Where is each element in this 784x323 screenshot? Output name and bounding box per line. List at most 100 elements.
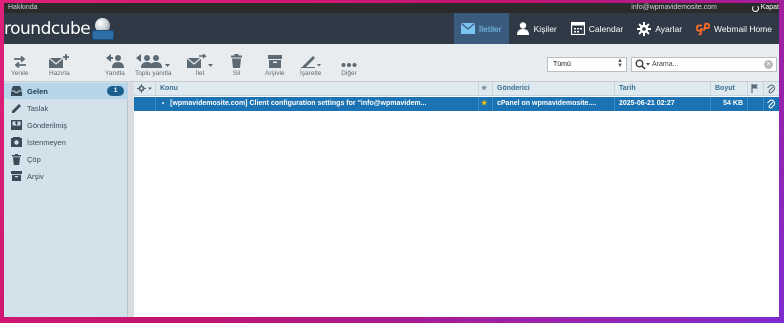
more-label: Diğer xyxy=(341,70,357,77)
gear-icon xyxy=(137,84,152,93)
sent-icon xyxy=(10,120,22,130)
clear-search-icon[interactable]: × xyxy=(764,60,773,69)
more-button[interactable]: Diğer xyxy=(341,53,357,77)
star-icon: ★ xyxy=(481,85,488,92)
reply-all-button[interactable]: Toplu yanıtla xyxy=(135,53,172,77)
column-size[interactable]: Boyut xyxy=(711,82,748,96)
search-icon xyxy=(635,59,651,75)
archive-button[interactable]: Arşivle xyxy=(265,53,285,77)
message-date: 2025-06-21 02:27 xyxy=(615,97,711,111)
delete-button[interactable]: Sil xyxy=(231,53,242,77)
logout-button[interactable]: Kapat xyxy=(751,3,779,13)
header-bar: roundcube İletiler Kişiler Calendar Ayar… xyxy=(4,13,779,44)
message-attachment xyxy=(764,97,779,111)
column-date[interactable]: Tarih xyxy=(615,82,711,96)
flag-icon xyxy=(751,84,758,93)
power-icon xyxy=(751,4,759,12)
message-subject[interactable]: • [wpmavidemosite.com] Client configurati… xyxy=(156,97,479,111)
message-from: cPanel on wpmavidemosite.... xyxy=(493,97,615,111)
folder-drafts-label: Taslak xyxy=(27,103,49,113)
message-flag-star[interactable]: ★ xyxy=(479,97,493,111)
paperclip-icon xyxy=(767,84,776,94)
column-flag[interactable] xyxy=(748,82,764,96)
nav-calendar[interactable]: Calendar xyxy=(564,13,631,44)
table-row[interactable]: • [wpmavidemosite.com] Client configurati… xyxy=(134,97,779,111)
nav-mail-label: İletiler xyxy=(478,23,502,34)
search-input[interactable]: Arama... × xyxy=(631,57,777,72)
select-arrows-icon: ▲ ▼ xyxy=(617,58,623,69)
nav-webmail-home-label: Webmail Home xyxy=(714,23,772,34)
nav-webmail-home[interactable]: Webmail Home xyxy=(689,13,779,44)
about-link[interactable]: Hakkında xyxy=(8,3,38,13)
nav-settings-label: Ayarlar xyxy=(655,23,683,34)
folder-archive[interactable]: Arşiv xyxy=(4,168,128,184)
compose-icon xyxy=(49,53,70,68)
nav-contacts[interactable]: Kişiler xyxy=(509,13,564,44)
unread-dot-icon: • xyxy=(162,101,165,107)
folder-junk-label: İstenmeyen xyxy=(27,137,66,147)
forward-label: İlet xyxy=(195,70,205,77)
folder-drafts[interactable]: Taslak xyxy=(4,100,128,116)
archive-icon xyxy=(267,53,282,68)
envelope-icon xyxy=(460,22,475,36)
pencil-icon xyxy=(300,53,321,68)
mark-button[interactable]: İşaretle xyxy=(300,53,321,77)
folder-trash[interactable]: Çöp xyxy=(4,151,128,167)
paperclip-icon xyxy=(767,99,776,109)
gear-icon xyxy=(637,21,652,36)
archive-icon xyxy=(10,171,22,181)
star-icon: ★ xyxy=(481,100,488,107)
more-icon xyxy=(341,53,357,68)
junk-icon xyxy=(10,137,22,147)
folder-inbox-label: Gelen xyxy=(27,86,48,96)
pencil-icon xyxy=(10,103,22,114)
toolbar: Yenile Hazırla Yanıtla Toplu yanıtla İle… xyxy=(4,44,779,82)
refresh-icon xyxy=(13,53,27,68)
inbox-icon xyxy=(10,86,22,96)
logo-box-icon xyxy=(92,17,115,40)
nav-calendar-label: Calendar xyxy=(588,23,624,34)
refresh-button[interactable]: Yenile xyxy=(11,53,28,77)
forward-button[interactable]: İlet xyxy=(187,53,213,77)
message-size: 54 KB xyxy=(711,97,748,111)
reply-label: Yanıtla xyxy=(105,70,125,77)
column-flag-star[interactable]: ★ xyxy=(479,82,493,96)
unread-count-badge: 1 xyxy=(107,86,124,96)
user-email: info@wpmavidemosite.com xyxy=(631,4,717,11)
folder-list: Gelen 1 Taslak Gönderilmiş İstenmeyen Çö… xyxy=(4,82,128,317)
folder-inbox[interactable]: Gelen 1 xyxy=(4,83,128,99)
folder-junk[interactable]: İstenmeyen xyxy=(4,134,128,150)
delete-label: Sil xyxy=(232,70,241,77)
refresh-label: Yenile xyxy=(11,70,29,77)
nav-mail[interactable]: İletiler xyxy=(453,13,509,44)
mark-label: İşaretle xyxy=(300,70,322,77)
trash-icon xyxy=(10,153,22,165)
compose-button[interactable]: Hazırla xyxy=(49,53,70,77)
filter-select[interactable]: Tümü ▲ ▼ xyxy=(547,57,627,72)
logout-label: Kapat xyxy=(760,4,779,11)
reply-icon xyxy=(105,53,124,68)
reply-all-icon xyxy=(136,53,171,68)
top-strip: Hakkında info@wpmavidemosite.com Kapat xyxy=(4,3,779,13)
filter-value: Tümü xyxy=(553,61,571,68)
nav-settings[interactable]: Ayarlar xyxy=(630,13,689,44)
search-placeholder: Arama... xyxy=(652,61,679,68)
list-options-button[interactable] xyxy=(134,82,156,96)
archive-label: Arşivle xyxy=(265,70,285,77)
main-nav: İletiler Kişiler Calendar Ayarlar Webmai… xyxy=(453,13,779,44)
reply-button[interactable]: Yanıtla xyxy=(105,53,125,77)
nav-contacts-label: Kişiler xyxy=(533,23,557,34)
message-flag[interactable] xyxy=(748,97,764,111)
roundcube-window: Hakkında info@wpmavidemosite.com Kapat r… xyxy=(4,3,779,317)
message-list-header: Konu ★ Gönderici Tarih Boyut xyxy=(134,82,779,96)
column-from[interactable]: Gönderici xyxy=(493,82,615,96)
roundcube-logo[interactable]: roundcube xyxy=(4,15,115,42)
trash-icon xyxy=(231,53,242,68)
column-attachment[interactable] xyxy=(764,82,779,96)
forward-icon xyxy=(187,53,213,68)
folder-sent[interactable]: Gönderilmiş xyxy=(4,117,128,133)
folder-archive-label: Arşiv xyxy=(27,171,44,181)
folder-sent-label: Gönderilmiş xyxy=(27,120,68,130)
reply-all-label: Toplu yanıtla xyxy=(135,70,172,77)
column-subject[interactable]: Konu xyxy=(156,82,479,96)
